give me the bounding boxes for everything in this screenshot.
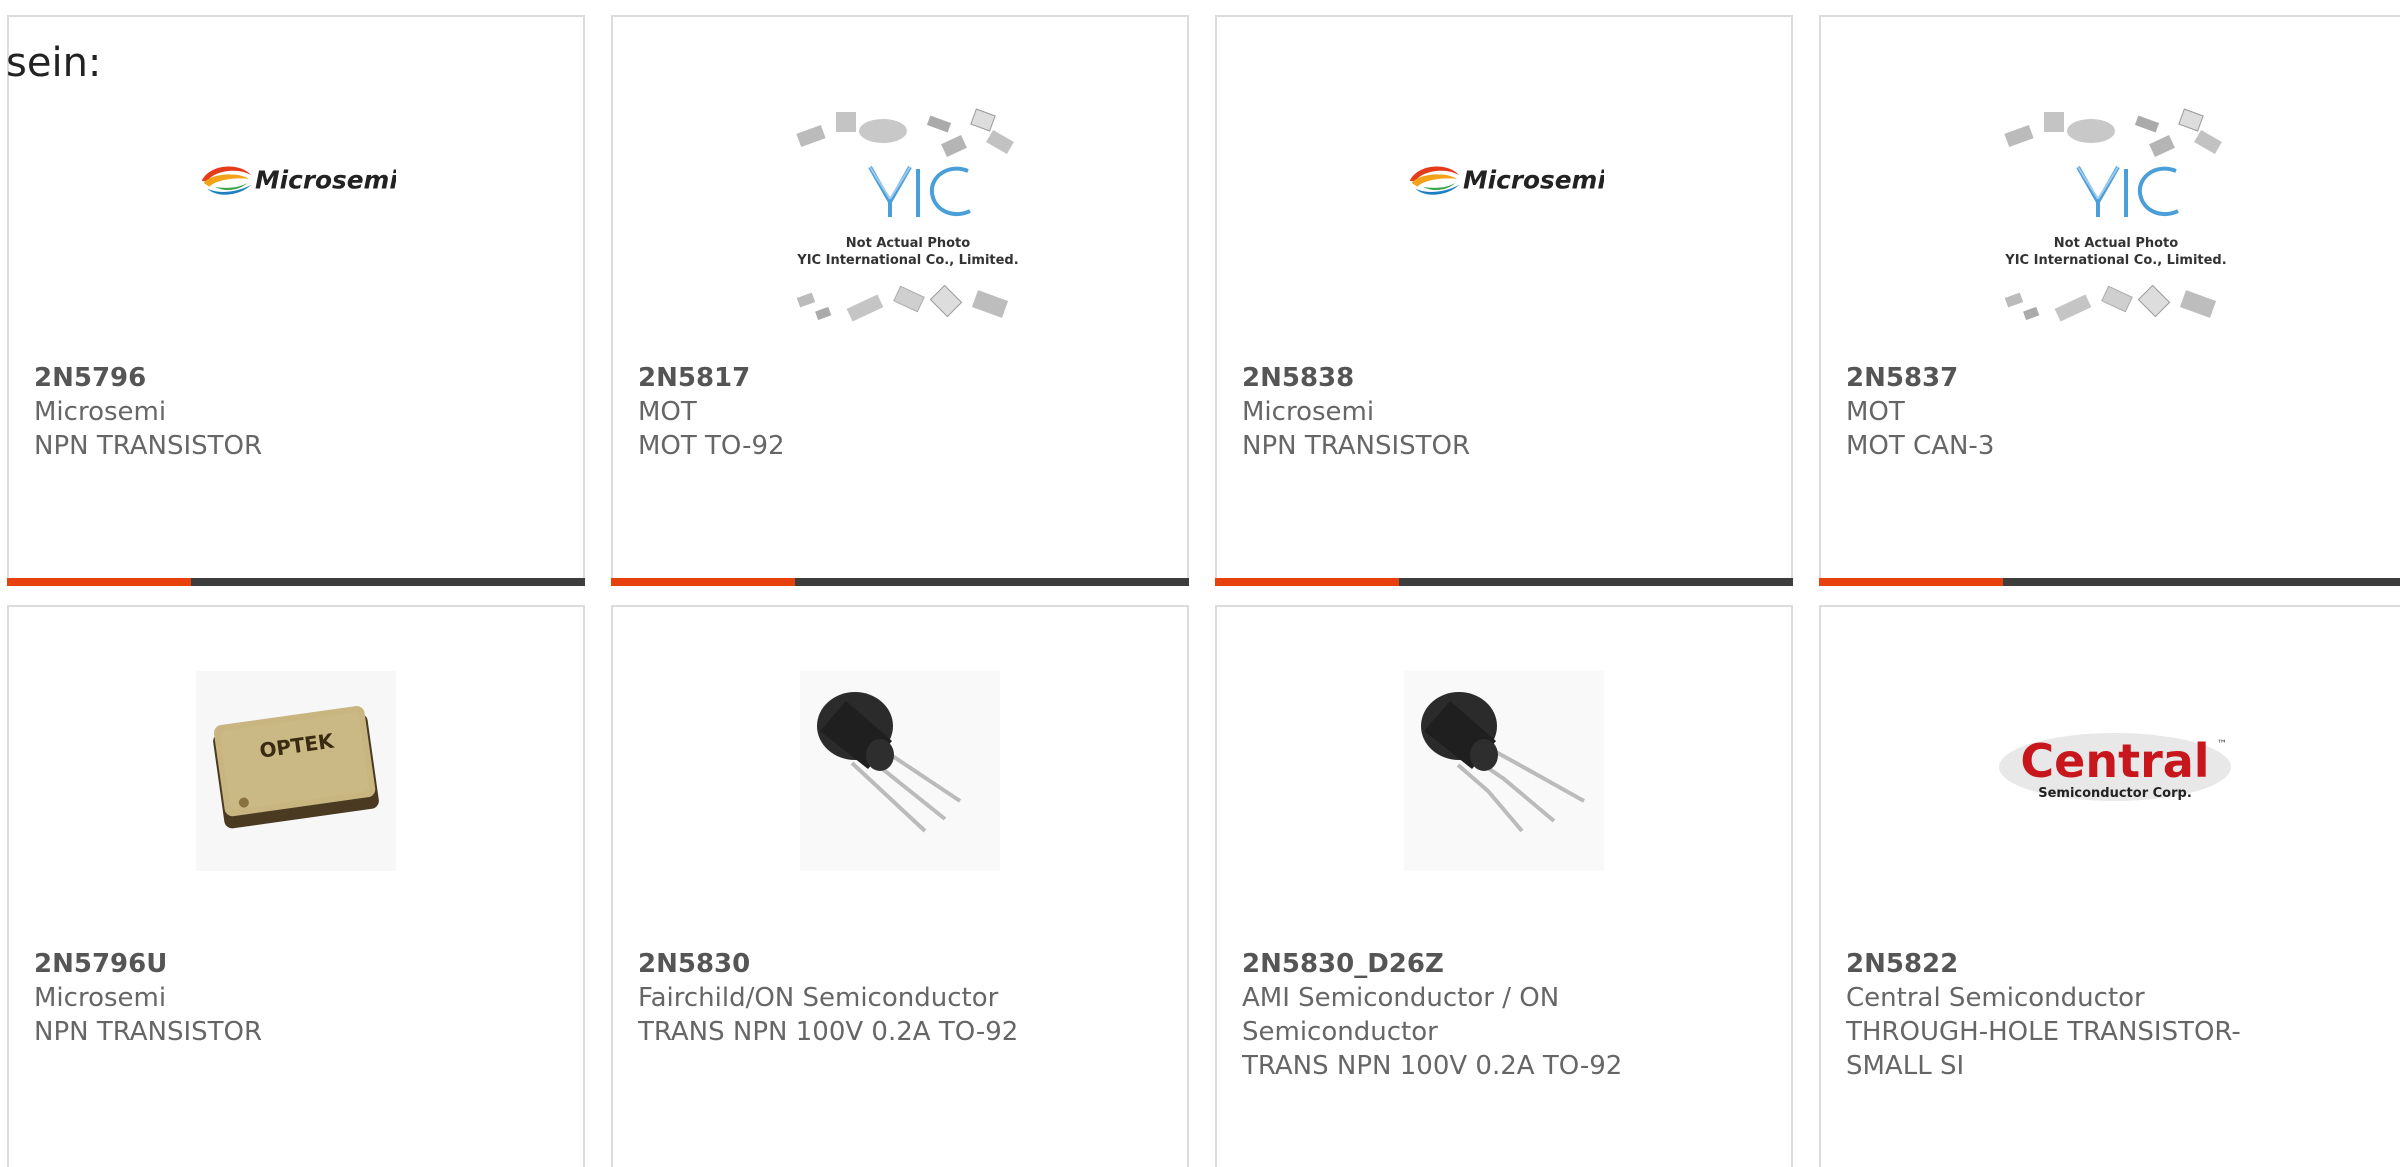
product-card[interactable]: OPTEK 2N5796U Microsemi NPN TRANSISTOR xyxy=(7,605,585,1167)
manufacturer: MOT xyxy=(1846,397,1905,427)
optek-package-icon: OPTEK xyxy=(196,671,396,871)
product-info: 2N5830 Fairchild/ON Semiconductor TRANS … xyxy=(638,947,1158,1049)
product-card[interactable]: Not Actual Photo YIC International Co., … xyxy=(611,15,1189,586)
yic-placeholder-icon: Not Actual Photo YIC International Co., … xyxy=(778,107,1038,347)
description: NPN TRANSISTOR xyxy=(34,1017,263,1047)
manufacturer: AMI Semiconductor / ON Semiconductor xyxy=(1242,983,1560,1047)
microsemi-logo-text: Microsemi xyxy=(1463,166,1604,195)
part-number[interactable]: 2N5830 xyxy=(638,947,1158,981)
product-card[interactable]: Microsemi 2N5796 Microsemi NPN TRANSISTO… xyxy=(7,15,585,586)
description: MOT CAN-3 xyxy=(1846,431,1995,461)
central-logo-subtext: Semiconductor Corp. xyxy=(2038,786,2192,801)
part-number[interactable]: 2N5796 xyxy=(34,361,554,395)
manufacturer: Microsemi xyxy=(34,397,167,427)
description: NPN TRANSISTOR xyxy=(34,431,263,461)
card-accent-bar xyxy=(1819,578,2400,586)
product-card[interactable]: Central ™ Semiconductor Corp. 2N5822 Cen… xyxy=(1819,605,2400,1167)
part-number[interactable]: 2N5796U xyxy=(34,947,554,981)
product-card[interactable]: 2N5830_D26Z AMI Semiconductor / ON Semic… xyxy=(1215,605,1793,1167)
part-number[interactable]: 2N5830_D26Z xyxy=(1242,947,1762,981)
microsemi-logo-text: Microsemi xyxy=(255,166,396,195)
product-card[interactable]: 2N5830 Fairchild/ON Semiconductor TRANS … xyxy=(611,605,1189,1167)
part-number[interactable]: 2N5837 xyxy=(1846,361,2366,395)
microsemi-logo-icon: Microsemi xyxy=(196,81,396,281)
description: THROUGH-HOLE TRANSISTOR-SMALL SI xyxy=(1846,1017,2241,1081)
description: TRANS NPN 100V 0.2A TO-92 xyxy=(1242,1051,1623,1081)
product-card[interactable]: Microsemi 2N5838 Microsemi NPN TRANSISTO… xyxy=(1215,15,1793,586)
product-info: 2N5796 Microsemi NPN TRANSISTOR xyxy=(34,361,554,463)
manufacturer: Central Semiconductor xyxy=(1846,983,2145,1013)
manufacturer: Fairchild/ON Semiconductor xyxy=(638,983,999,1013)
photo-company: YIC International Co., Limited. xyxy=(2004,253,2226,268)
manufacturer: MOT xyxy=(638,397,697,427)
description: NPN TRANSISTOR xyxy=(1242,431,1471,461)
product-info: 2N5796U Microsemi NPN TRANSISTOR xyxy=(34,947,554,1049)
central-logo-tm: ™ xyxy=(2217,739,2227,750)
part-number[interactable]: 2N5822 xyxy=(1846,947,2366,981)
microsemi-logo-icon: Microsemi xyxy=(1404,81,1604,281)
product-info: 2N5817 MOT MOT TO-92 xyxy=(638,361,1158,463)
product-grid-page: sein: Microsemi 2N5796 Microsemi NPN TRA… xyxy=(0,0,2400,1167)
lead-text: sein: xyxy=(6,40,102,86)
part-number[interactable]: 2N5817 xyxy=(638,361,1158,395)
part-number[interactable]: 2N5838 xyxy=(1242,361,1762,395)
photo-company: YIC International Co., Limited. xyxy=(796,253,1018,268)
photo-note: Not Actual Photo xyxy=(846,236,970,251)
product-card[interactable]: Not Actual Photo YIC International Co., … xyxy=(1819,15,2400,586)
description: TRANS NPN 100V 0.2A TO-92 xyxy=(638,1017,1019,1047)
product-info: 2N5838 Microsemi NPN TRANSISTOR xyxy=(1242,361,1762,463)
central-logo-text: Central xyxy=(2020,734,2209,788)
manufacturer: Microsemi xyxy=(34,983,167,1013)
product-info: 2N5837 MOT MOT CAN-3 xyxy=(1846,361,2366,463)
product-info: 2N5830_D26Z AMI Semiconductor / ON Semic… xyxy=(1242,947,1762,1083)
yic-placeholder-icon: Not Actual Photo YIC International Co., … xyxy=(1986,107,2246,347)
manufacturer: Microsemi xyxy=(1242,397,1375,427)
card-accent-bar xyxy=(611,578,1189,586)
to92-transistor-bent-icon xyxy=(1404,671,1604,871)
to92-transistor-icon xyxy=(800,671,1000,871)
card-accent-bar xyxy=(7,578,585,586)
product-info: 2N5822 Central Semiconductor THROUGH-HOL… xyxy=(1846,947,2366,1083)
card-accent-bar xyxy=(1215,578,1793,586)
central-logo-icon: Central ™ Semiconductor Corp. xyxy=(1995,727,2235,817)
photo-note: Not Actual Photo xyxy=(2054,236,2178,251)
description: MOT TO-92 xyxy=(638,431,785,461)
